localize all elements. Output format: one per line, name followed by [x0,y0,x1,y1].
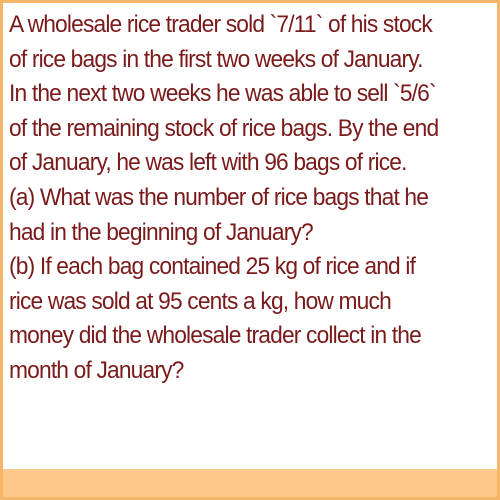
question-a-line-1: (a) What was the number of rice bags tha… [9,183,429,211]
problem-line-3: In the next two weeks he was able to sel… [9,80,437,108]
problem-line-4: of the remaining stock of rice bags. By … [9,114,439,142]
question-b-line-3: money did the wholesale trader collect i… [9,322,422,350]
problem-line-2: of rice bags in the first two weeks of J… [9,45,423,73]
question-a-line-2: had in the beginning of January? [9,218,314,246]
question-b-line-4: month of January? [9,356,184,384]
bottom-band [3,469,497,497]
problem-text: A wholesale rice trader sold `7/11` of h… [9,8,463,389]
question-b-line-2: rice was sold at 95 cents a kg, how much [9,287,392,315]
problem-card: A wholesale rice trader sold `7/11` of h… [0,0,500,500]
question-b-line-1: (b) If each bag contained 25 kg of rice … [9,253,416,281]
problem-line-1: A wholesale rice trader sold `7/11` of h… [9,11,433,38]
problem-line-5: of January, he was left with 96 bags of … [9,149,407,177]
